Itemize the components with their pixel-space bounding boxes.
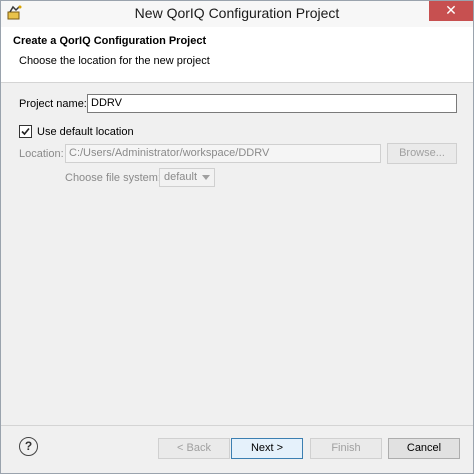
header-description: Choose the location for the new project — [19, 55, 210, 67]
header-title: Create a QorIQ Configuration Project — [13, 35, 207, 47]
file-system-value: default — [164, 171, 198, 183]
file-system-label: Choose file system: — [65, 172, 161, 184]
footer-separator — [1, 425, 473, 426]
title-bar[interactable]: New QorIQ Configuration Project ✕ — [1, 1, 473, 27]
close-button[interactable]: ✕ — [429, 1, 473, 21]
next-button[interactable]: Next > — [231, 438, 303, 459]
project-name-label: Project name: — [19, 98, 87, 110]
help-icon[interactable]: ? — [19, 437, 38, 456]
use-default-location-label: Use default location — [37, 126, 134, 138]
back-button[interactable]: < Back — [158, 438, 230, 459]
cancel-button[interactable]: Cancel — [388, 438, 460, 459]
location-input[interactable]: C:/Users/Administrator/workspace/DDRV — [65, 144, 381, 163]
window-title: New QorIQ Configuration Project — [134, 5, 340, 21]
location-label: Location: — [19, 148, 64, 160]
browse-button[interactable]: Browse... — [387, 143, 457, 164]
finish-button[interactable]: Finish — [310, 438, 382, 459]
chevron-down-icon — [202, 175, 210, 180]
check-icon — [21, 127, 30, 136]
wizard-header: Create a QorIQ Configuration Project Cho… — [1, 27, 473, 83]
use-default-location-checkbox[interactable] — [19, 125, 32, 138]
wizard-window: New QorIQ Configuration Project ✕ Create… — [0, 0, 474, 474]
project-name-input[interactable]: DDRV — [87, 94, 457, 113]
file-system-select[interactable]: default — [159, 168, 215, 187]
